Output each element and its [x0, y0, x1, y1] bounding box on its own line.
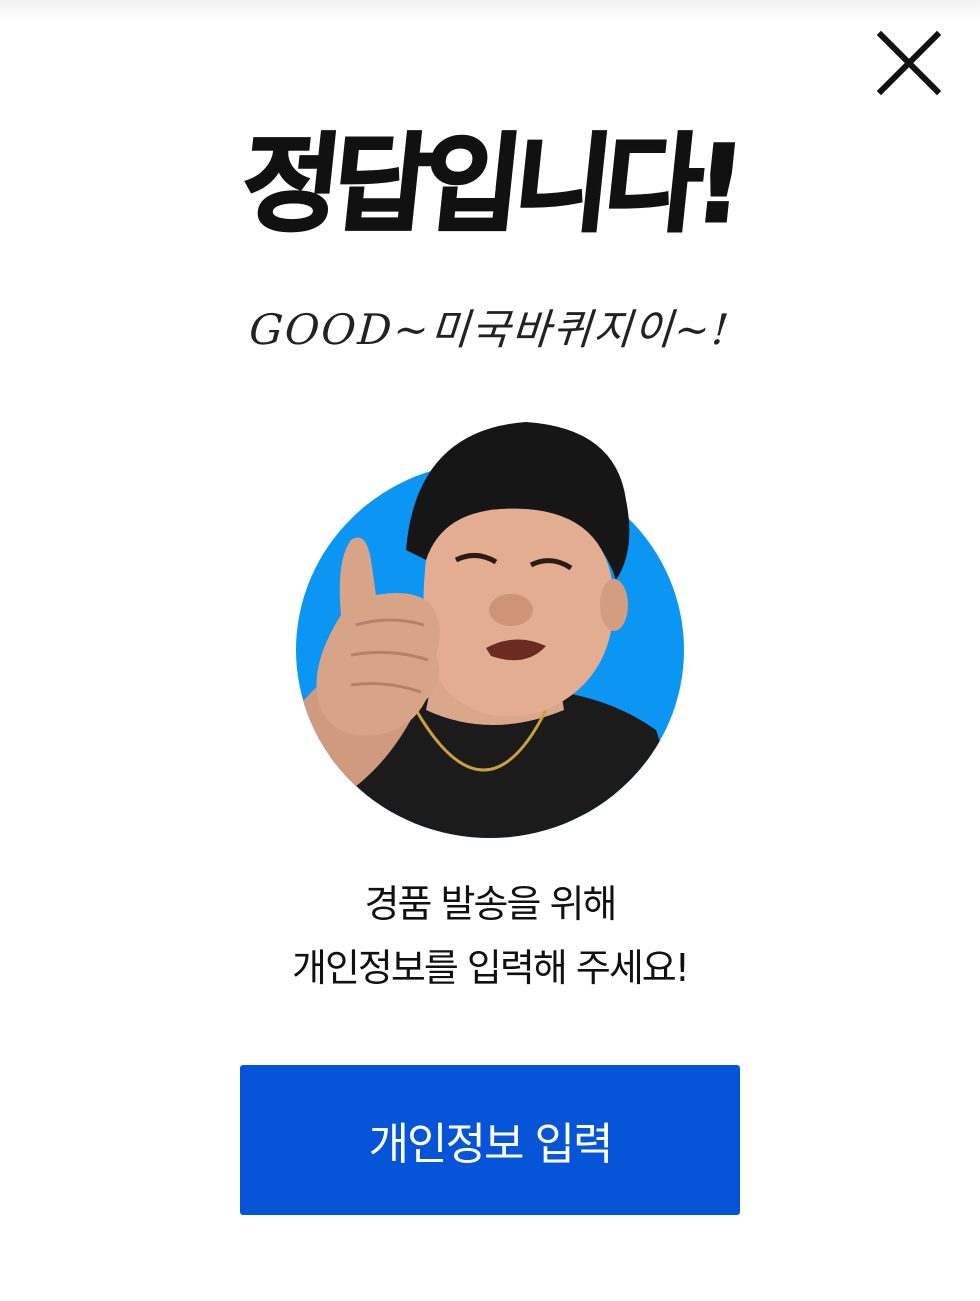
- message-line-2: 개인정보를 입력해 주세요!: [292, 946, 690, 990]
- message-line-1: 경품 발송을 위해: [364, 882, 618, 926]
- avatar: [296, 410, 686, 840]
- result-subtitle: GOOD~미국바퀴지이~!: [247, 305, 733, 354]
- close-icon: [876, 30, 942, 96]
- instruction-message: 경품 발송을 위해 개인정보를 입력해 주세요!: [0, 872, 980, 1000]
- result-title: 정답입니다!: [235, 122, 745, 248]
- enter-personal-info-button[interactable]: 개인정보 입력: [240, 1065, 740, 1215]
- thumbs-up-person-illustration: [296, 422, 684, 838]
- close-button[interactable]: [872, 26, 946, 100]
- top-shadow: [0, 0, 980, 22]
